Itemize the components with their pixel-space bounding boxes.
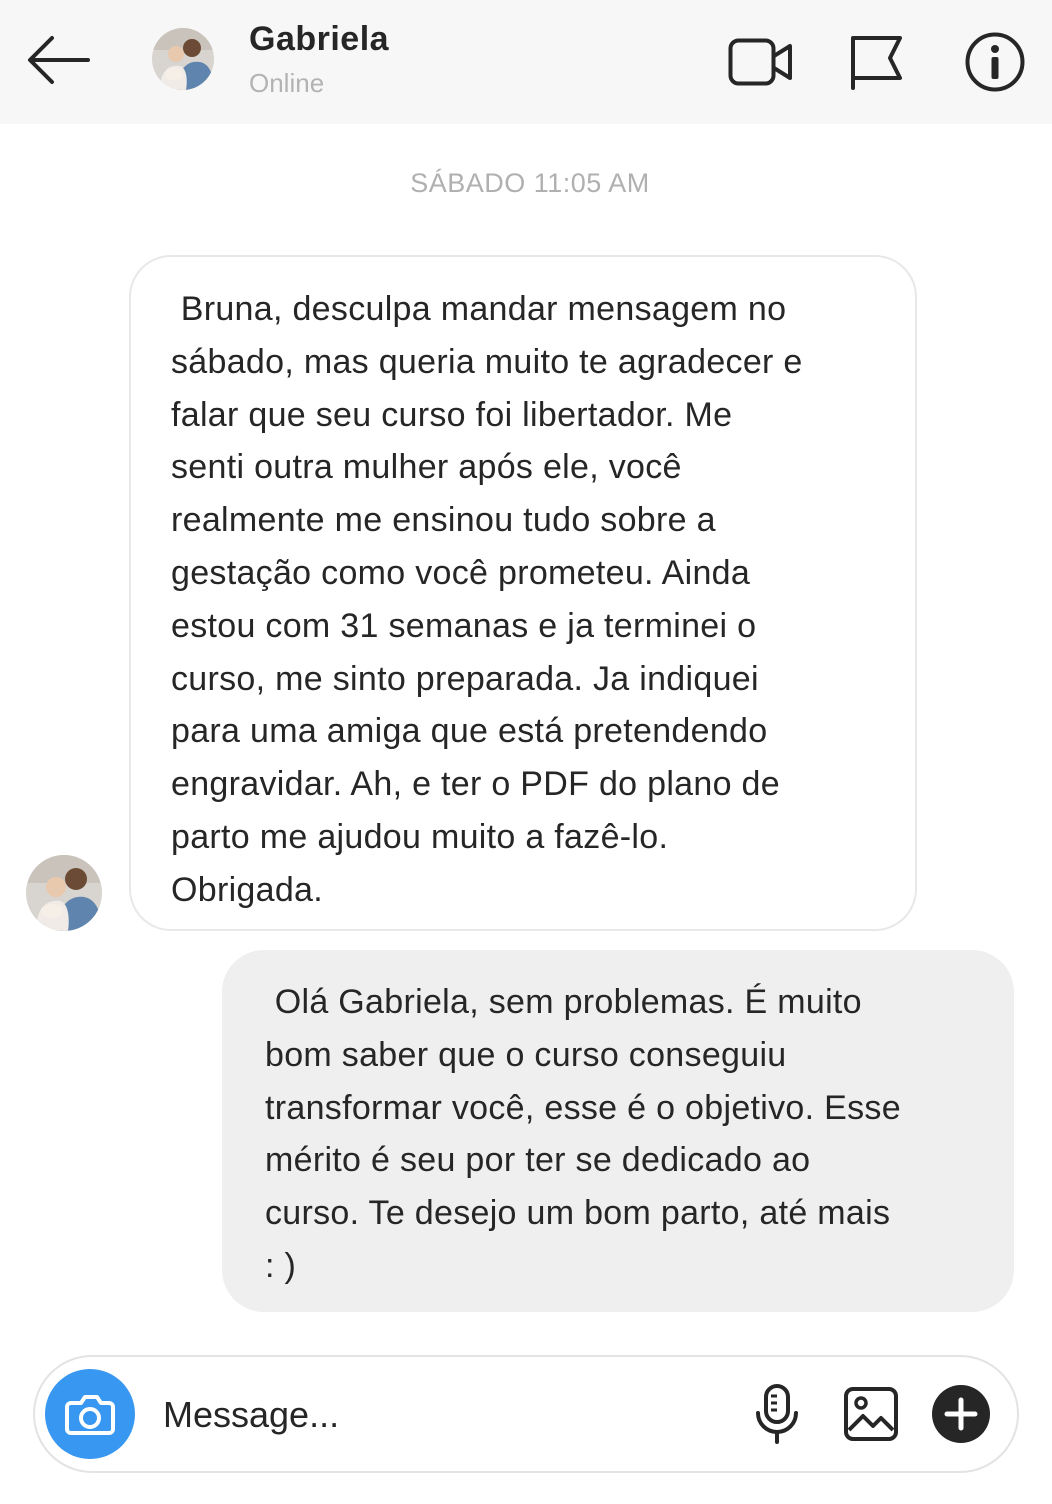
sender-avatar[interactable] <box>26 855 102 931</box>
microphone-icon[interactable] <box>753 1383 801 1450</box>
message-input[interactable] <box>163 1385 723 1445</box>
info-icon[interactable] <box>964 31 1026 98</box>
video-call-icon[interactable] <box>728 36 794 93</box>
flag-icon[interactable] <box>848 32 906 95</box>
camera-icon <box>65 1395 115 1435</box>
contact-name[interactable]: Gabriela <box>249 20 389 59</box>
chat-header: Gabriela Online <box>0 0 1052 124</box>
plus-icon[interactable] <box>931 1384 991 1449</box>
outgoing-message-bubble[interactable]: Olá Gabriela, sem problemas. É muito bom… <box>222 950 1014 1312</box>
message-composer <box>33 1355 1019 1473</box>
contact-status: Online <box>249 68 325 98</box>
camera-button[interactable] <box>45 1369 135 1459</box>
contact-avatar[interactable] <box>152 28 214 90</box>
image-icon[interactable] <box>843 1386 899 1447</box>
conversation-timestamp: SÁBADO 11:05 AM <box>410 168 650 198</box>
incoming-message-bubble[interactable]: Bruna, desculpa mandar mensagem no sábad… <box>129 255 917 931</box>
back-arrow-icon[interactable] <box>24 32 92 88</box>
